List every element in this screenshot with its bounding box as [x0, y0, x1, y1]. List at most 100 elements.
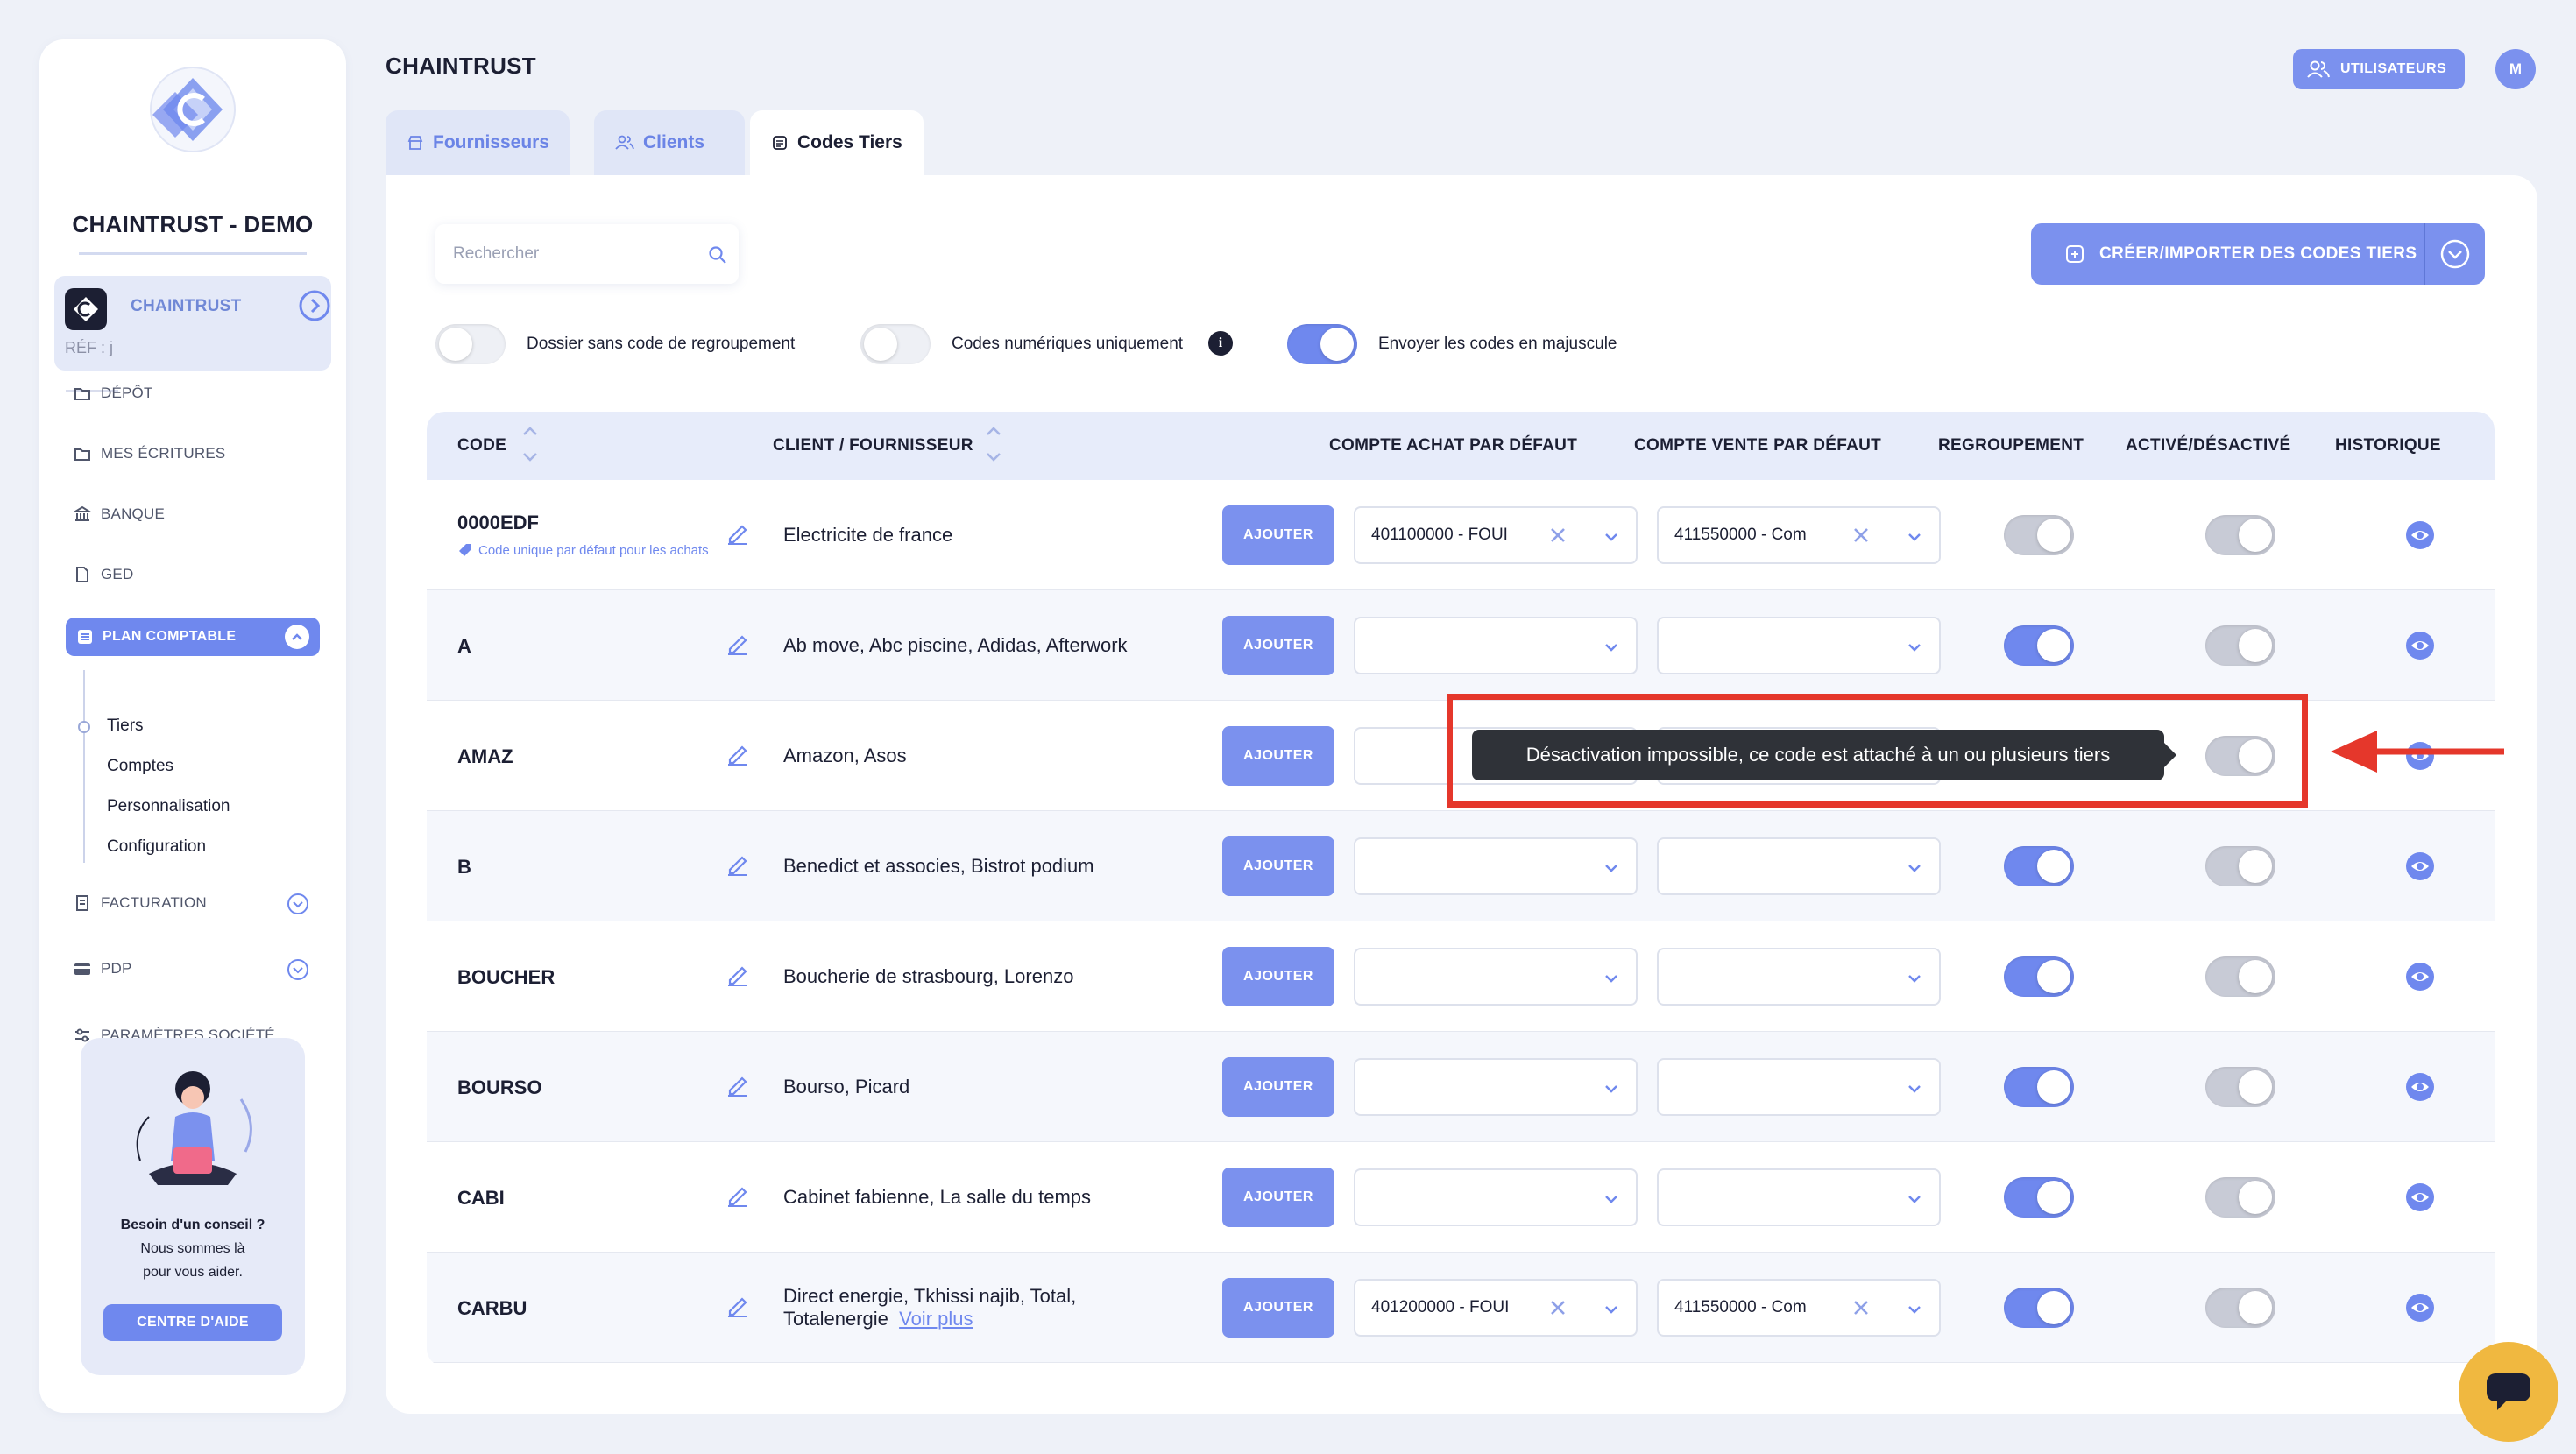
achat-account-select[interactable] [1354, 837, 1638, 895]
achat-account-select[interactable] [1354, 617, 1638, 674]
history-eye-icon[interactable] [2405, 631, 2435, 660]
toggle-codes-numeriques[interactable] [860, 324, 931, 364]
vente-account-select[interactable] [1657, 617, 1941, 674]
add-button[interactable]: AJOUTER [1222, 505, 1334, 565]
table-icon [78, 630, 92, 644]
add-button[interactable]: AJOUTER [1222, 836, 1334, 896]
help-center-button[interactable]: CENTRE D'AIDE [103, 1304, 282, 1341]
nav-item-plan-comptable[interactable]: PLAN COMPTABLE [66, 618, 320, 656]
add-button[interactable]: AJOUTER [1222, 1057, 1334, 1117]
history-eye-icon[interactable] [2405, 962, 2435, 992]
edit-pencil-icon[interactable] [725, 851, 751, 877]
add-button[interactable]: AJOUTER [1222, 616, 1334, 675]
edit-pencil-icon[interactable] [725, 740, 751, 766]
history-eye-icon[interactable] [2405, 1182, 2435, 1212]
highlight-box [1447, 694, 2308, 808]
nav-item-ged[interactable]: GED [73, 565, 133, 584]
see-more-link[interactable]: Voir plus [899, 1308, 973, 1330]
clear-icon[interactable] [1548, 526, 1568, 545]
row-client: Benedict et associes, Bistrot podium [783, 855, 1094, 877]
help-text: Besoin d'un conseil ? Nous sommes là pou… [120, 1218, 265, 1280]
add-button[interactable]: AJOUTER [1222, 1278, 1334, 1338]
sort-icon[interactable] [520, 422, 540, 466]
nav-item-facturation[interactable]: FACTURATION [73, 893, 207, 913]
add-button[interactable]: AJOUTER [1222, 1168, 1334, 1227]
info-icon[interactable]: i [1208, 331, 1233, 356]
avatar[interactable]: M [2495, 49, 2536, 89]
history-eye-icon[interactable] [2405, 520, 2435, 550]
row-client: Electricite de france [783, 524, 953, 546]
chevron-down-icon[interactable] [287, 893, 309, 915]
active-toggle[interactable] [2205, 846, 2275, 886]
search-icon[interactable] [707, 244, 728, 265]
active-toggle[interactable] [2205, 1177, 2275, 1218]
achat-account-select[interactable] [1354, 948, 1638, 1006]
subnav-item-tiers[interactable]: Tiers [107, 716, 144, 736]
subnav-item-comptes[interactable]: Comptes [107, 757, 173, 776]
active-toggle[interactable] [2205, 1067, 2275, 1107]
active-toggle[interactable] [2205, 515, 2275, 555]
tab-codes-tiers[interactable]: Codes Tiers [750, 110, 924, 175]
regroupement-toggle[interactable] [2004, 846, 2074, 886]
history-eye-icon[interactable] [2405, 1072, 2435, 1102]
tab-clients[interactable]: Clients [594, 110, 745, 175]
toggle-sans-regroupement[interactable] [435, 324, 506, 364]
achat-account-select[interactable] [1354, 1058, 1638, 1116]
edit-pencil-icon[interactable] [725, 961, 751, 987]
add-button[interactable]: AJOUTER [1222, 726, 1334, 786]
nav-item-ecritures[interactable]: MES ÉCRITURES [73, 444, 225, 463]
regroupement-toggle[interactable] [2004, 1177, 2074, 1218]
active-toggle[interactable] [2205, 1288, 2275, 1328]
edit-pencil-icon[interactable] [725, 519, 751, 546]
create-import-main[interactable]: CRÉER/IMPORTER DES CODES TIERS [2031, 223, 2424, 285]
achat-account-select[interactable]: 401100000 - FOUI [1354, 506, 1638, 564]
vente-account-select[interactable]: 411550000 - Com [1657, 1279, 1941, 1337]
chevron-down-icon[interactable] [287, 958, 309, 981]
search-input[interactable] [453, 244, 698, 264]
toggle-majuscule[interactable] [1287, 324, 1357, 364]
chat-button[interactable] [2459, 1342, 2558, 1442]
clear-icon[interactable] [1851, 526, 1871, 545]
edit-pencil-icon[interactable] [725, 630, 751, 656]
regroupement-toggle[interactable] [2004, 956, 2074, 997]
chevron-down-icon [1906, 1301, 1923, 1318]
tab-fournisseurs[interactable]: Fournisseurs [386, 110, 570, 175]
row-code: CARBU [457, 1297, 527, 1319]
vente-account-select[interactable] [1657, 837, 1941, 895]
account-switcher[interactable]: CHAINTRUST RÉF : j [54, 276, 331, 371]
active-toggle[interactable] [2205, 956, 2275, 997]
chevron-up-icon[interactable] [285, 625, 309, 649]
nav-item-banque[interactable]: BANQUE [73, 505, 165, 524]
vente-account-select[interactable] [1657, 1168, 1941, 1226]
nav-item-depot[interactable]: DÉPÔT [73, 384, 153, 403]
search-box[interactable] [435, 224, 739, 284]
clear-icon[interactable] [1851, 1298, 1871, 1317]
vente-account-select[interactable] [1657, 1058, 1941, 1116]
regroupement-toggle[interactable] [2004, 515, 2074, 555]
vente-account-select[interactable]: 411550000 - Com [1657, 506, 1941, 564]
sort-icon[interactable] [984, 422, 1003, 466]
nav-item-pdp[interactable]: PDP [73, 959, 132, 978]
achat-account-select[interactable]: 401200000 - FOUI [1354, 1279, 1638, 1337]
edit-pencil-icon[interactable] [725, 1071, 751, 1098]
edit-pencil-icon[interactable] [725, 1292, 751, 1318]
regroupement-toggle[interactable] [2004, 1288, 2074, 1328]
select-value: 401200000 - FOUI [1371, 1298, 1510, 1316]
active-toggle[interactable] [2205, 625, 2275, 666]
vente-account-select[interactable] [1657, 948, 1941, 1006]
row-client: Bourso, Picard [783, 1076, 910, 1098]
add-button[interactable]: AJOUTER [1222, 947, 1334, 1006]
subnav-item-configuration[interactable]: Configuration [107, 837, 206, 857]
subnav-item-personnalisation[interactable]: Personnalisation [107, 797, 230, 816]
achat-account-select[interactable] [1354, 1168, 1638, 1226]
regroupement-toggle[interactable] [2004, 1067, 2074, 1107]
edit-pencil-icon[interactable] [725, 1182, 751, 1208]
users-button[interactable]: UTILISATEURS [2293, 49, 2465, 89]
regroupement-toggle[interactable] [2004, 625, 2074, 666]
create-dropdown-toggle[interactable] [2425, 238, 2485, 270]
chevron-right-icon[interactable] [298, 289, 331, 322]
history-eye-icon[interactable] [2405, 851, 2435, 881]
history-eye-icon[interactable] [2405, 1293, 2435, 1323]
clear-icon[interactable] [1548, 1298, 1568, 1317]
create-import-button[interactable]: CRÉER/IMPORTER DES CODES TIERS [2031, 223, 2485, 285]
